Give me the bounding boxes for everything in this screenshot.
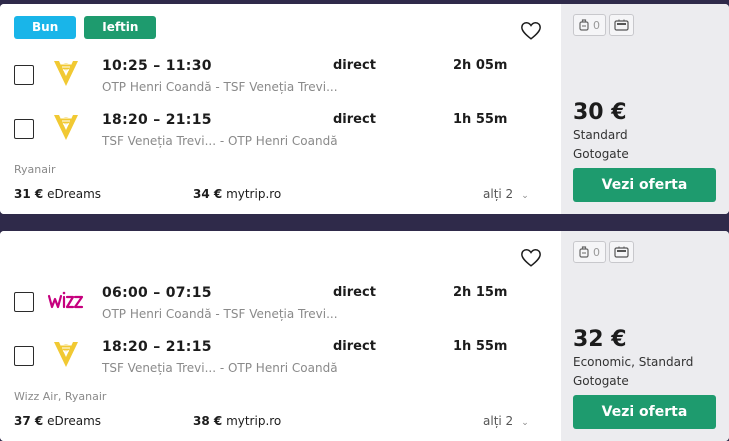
alt-offer-site: eDreams xyxy=(47,187,102,201)
view-offer-button[interactable]: Vezi oferta xyxy=(573,395,716,429)
flight-times: 10:25 – 11:30 xyxy=(102,58,212,74)
return-leg[interactable]: 18:20 – 21:15 TSF Veneția Trevi... - OTP… xyxy=(0,112,561,152)
flight-duration: 1h 55m xyxy=(453,339,508,354)
stops-label: direct xyxy=(333,112,376,127)
leg-checkbox[interactable] xyxy=(14,292,34,312)
checked-bag-indicator xyxy=(609,241,634,263)
price-panel: 0 30 € Standard Gotogate Vezi oferta xyxy=(561,4,729,214)
favorite-heart-icon[interactable] xyxy=(520,247,542,269)
airline-names: Ryanair xyxy=(14,163,56,176)
ryanair-logo-icon xyxy=(54,115,78,140)
alt-offer[interactable]: 34 € mytrip.ro xyxy=(193,187,281,201)
alt-offer-site: mytrip.ro xyxy=(226,187,282,201)
route-airports: OTP Henri Coandă - TSF Veneția Trevi... xyxy=(102,307,338,321)
route-airports: TSF Veneția Trevi... - OTP Henri Coandă xyxy=(102,361,338,375)
airline-names: Wizz Air, Ryanair xyxy=(14,390,107,403)
itinerary-panel: 06:00 – 07:15 OTP Henri Coandă - TSF Ven… xyxy=(0,231,561,441)
route-airports: TSF Veneția Trevi... - OTP Henri Coandă xyxy=(102,134,338,148)
flight-duration: 1h 55m xyxy=(453,112,508,127)
checked-bag-indicator xyxy=(609,14,634,36)
alt-offer-price: 38 € xyxy=(193,414,223,428)
outbound-leg[interactable]: 06:00 – 07:15 OTP Henri Coandă - TSF Ven… xyxy=(0,285,561,325)
stops-label: direct xyxy=(333,339,376,354)
flight-times: 18:20 – 21:15 xyxy=(102,112,212,128)
ryanair-logo-icon xyxy=(54,342,78,367)
alt-offer-site: eDreams xyxy=(47,414,102,428)
badge-good: Bun xyxy=(14,16,77,39)
more-offers-label: alți 2 xyxy=(483,414,514,428)
flight-duration: 2h 15m xyxy=(453,285,508,300)
alt-offer[interactable]: 38 € mytrip.ro xyxy=(193,414,281,428)
badge-group: Bun Ieftin xyxy=(14,16,157,39)
view-offer-button[interactable]: Vezi oferta xyxy=(573,168,716,202)
cabin-bag-icon xyxy=(579,19,589,31)
checked-bag-icon xyxy=(614,246,629,258)
alt-offer-site: mytrip.ro xyxy=(226,414,282,428)
stops-label: direct xyxy=(333,285,376,300)
cabin-bag-count: 0 xyxy=(593,18,600,32)
main-price: 30 € xyxy=(573,100,627,125)
alt-offer[interactable]: 31 € eDreams xyxy=(14,187,101,201)
alt-offer-price: 37 € xyxy=(14,414,44,428)
chevron-down-icon: ⌄ xyxy=(521,191,529,201)
result-card[interactable]: 06:00 – 07:15 OTP Henri Coandă - TSF Ven… xyxy=(0,231,729,441)
more-offers-toggle[interactable]: alți 2 ⌄ xyxy=(483,187,529,201)
more-offers-label: alți 2 xyxy=(483,187,514,201)
outbound-leg[interactable]: 10:25 – 11:30 OTP Henri Coandă - TSF Ven… xyxy=(0,58,561,98)
flight-times: 18:20 – 21:15 xyxy=(102,339,212,355)
more-offers-toggle[interactable]: alți 2 ⌄ xyxy=(483,414,529,428)
itinerary-panel: Bun Ieftin 10:25 – 11:30 OTP Henri Coand… xyxy=(0,4,561,214)
cabin-bag-indicator: 0 xyxy=(573,241,606,263)
result-card[interactable]: Bun Ieftin 10:25 – 11:30 OTP Henri Coand… xyxy=(0,4,729,214)
cabin-bag-indicator: 0 xyxy=(573,14,606,36)
wizzair-logo-icon xyxy=(47,291,84,309)
chevron-down-icon: ⌄ xyxy=(521,418,529,428)
fare-type: Standard xyxy=(573,128,628,142)
booking-provider: Gotogate xyxy=(573,147,629,161)
ryanair-logo-icon xyxy=(54,61,78,86)
flight-times: 06:00 – 07:15 xyxy=(102,285,212,301)
checked-bag-icon xyxy=(614,19,629,31)
alt-offer-price: 31 € xyxy=(14,187,44,201)
main-price: 32 € xyxy=(573,327,627,352)
leg-checkbox[interactable] xyxy=(14,119,34,139)
alt-offer-price: 34 € xyxy=(193,187,223,201)
favorite-heart-icon[interactable] xyxy=(520,20,542,42)
price-panel: 0 32 € Economic, Standard Gotogate Vezi … xyxy=(561,231,729,441)
fare-type: Economic, Standard xyxy=(573,355,694,369)
return-leg[interactable]: 18:20 – 21:15 TSF Veneția Trevi... - OTP… xyxy=(0,339,561,379)
leg-checkbox[interactable] xyxy=(14,65,34,85)
leg-checkbox[interactable] xyxy=(14,346,34,366)
alt-offer[interactable]: 37 € eDreams xyxy=(14,414,101,428)
badge-cheapest: Ieftin xyxy=(84,16,157,39)
cabin-bag-icon xyxy=(579,246,589,258)
booking-provider: Gotogate xyxy=(573,374,629,388)
stops-label: direct xyxy=(333,58,376,73)
flight-duration: 2h 05m xyxy=(453,58,508,73)
cabin-bag-count: 0 xyxy=(593,245,600,259)
route-airports: OTP Henri Coandă - TSF Veneția Trevi... xyxy=(102,80,338,94)
